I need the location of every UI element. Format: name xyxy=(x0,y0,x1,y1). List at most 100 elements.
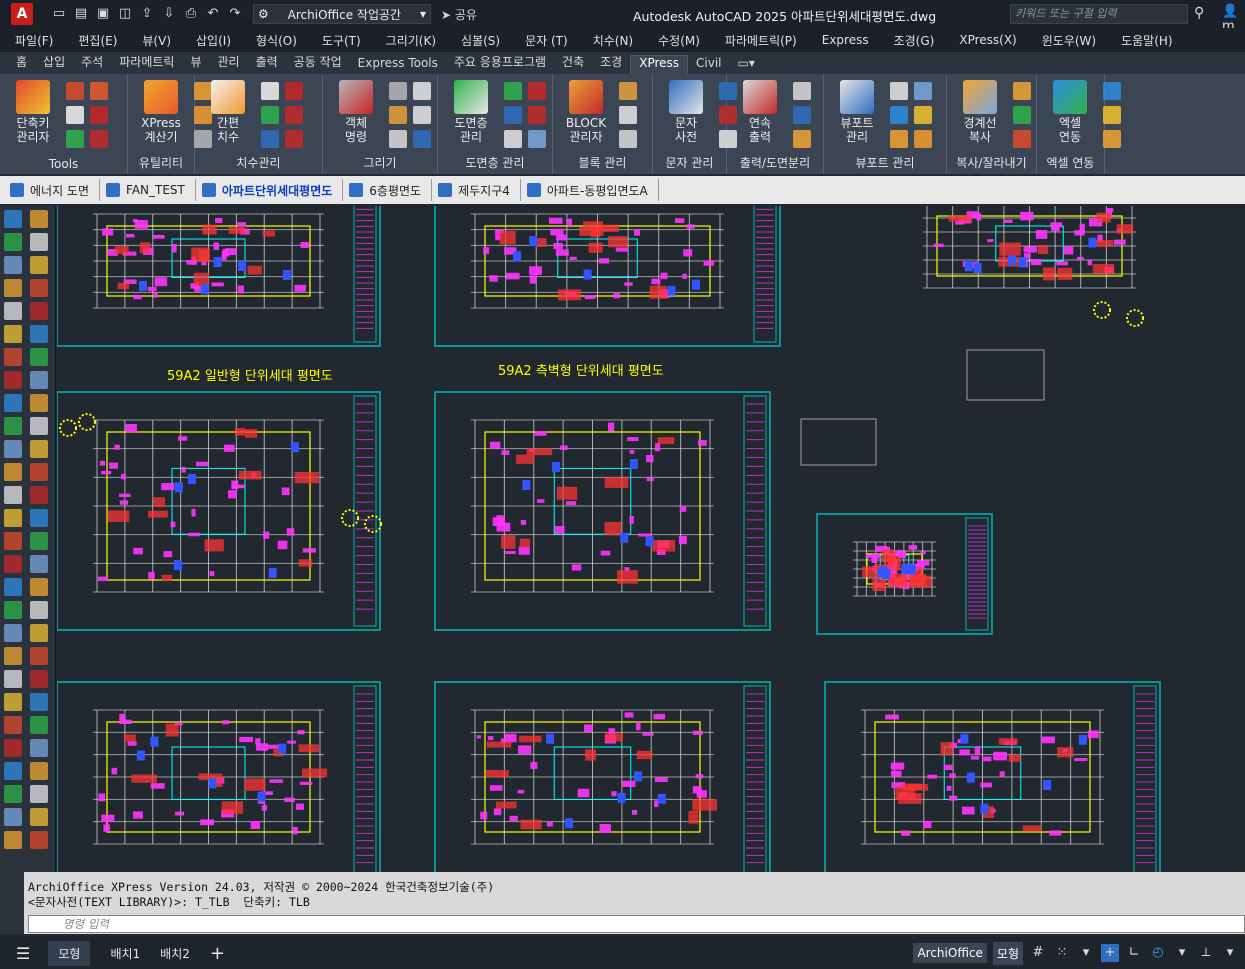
toolbar-tool-icon[interactable] xyxy=(30,463,48,481)
toolbar-tool-icon[interactable] xyxy=(4,601,22,619)
toolbar-tool-icon[interactable] xyxy=(4,463,22,481)
import-icon[interactable]: ⇩ xyxy=(161,6,177,22)
toolbar-tool-icon[interactable] xyxy=(4,256,22,274)
document-tab[interactable]: 제두지구4 xyxy=(432,179,521,201)
menu-item[interactable]: 윈도우(W) xyxy=(1042,32,1096,49)
ribbon-tab[interactable]: 파라메트릭 xyxy=(111,53,182,74)
menu-item[interactable]: 치수(N) xyxy=(593,32,633,49)
toolbar-tool-icon[interactable] xyxy=(4,210,22,228)
ribbon-small-tool-icon[interactable] xyxy=(285,130,303,148)
ribbon-small-tool-icon[interactable] xyxy=(90,106,108,124)
document-tab[interactable]: 아파트-동평입면도A xyxy=(521,179,659,201)
ribbon-small-tool-icon[interactable] xyxy=(90,82,108,100)
toolbar-tool-icon[interactable] xyxy=(30,371,48,389)
ribbon-small-tool-icon[interactable] xyxy=(528,82,546,100)
menu-item[interactable]: 문자 (T) xyxy=(525,32,568,49)
toolbar-tool-icon[interactable] xyxy=(30,785,48,803)
toolbar-tool-icon[interactable] xyxy=(4,762,22,780)
ribbon-tab[interactable]: 주석 xyxy=(73,53,111,74)
menu-item[interactable]: XPress(X) xyxy=(959,33,1016,47)
ribbon-small-tool-icon[interactable] xyxy=(890,130,908,148)
ribbon-small-tool-icon[interactable] xyxy=(890,82,908,100)
ribbon-tab[interactable]: 조경 xyxy=(592,53,630,74)
ribbon-small-tool-icon[interactable] xyxy=(261,106,279,124)
toolbar-tool-icon[interactable] xyxy=(4,624,22,642)
toolbar-tool-icon[interactable] xyxy=(4,808,22,826)
toolbar-tool-icon[interactable] xyxy=(30,486,48,504)
save-as-icon[interactable]: ◫ xyxy=(117,6,133,22)
ribbon-big-button[interactable]: 도면층 관리 xyxy=(444,80,498,144)
archioffice-status[interactable]: ArchiOffice xyxy=(913,943,987,963)
model-space-toggle[interactable]: 모형 xyxy=(992,941,1023,965)
ribbon-small-tool-icon[interactable] xyxy=(1103,130,1121,148)
save-icon[interactable]: ▣ xyxy=(95,6,111,22)
ribbon-panel-title[interactable]: Tools xyxy=(0,157,127,171)
hamburger-menu-icon[interactable]: ☰ xyxy=(16,944,30,963)
isodraft-icon[interactable]: ⟂ xyxy=(1197,944,1215,962)
ribbon-small-tool-icon[interactable] xyxy=(890,106,908,124)
toolbar-tool-icon[interactable] xyxy=(30,670,48,688)
ribbon-panel-title[interactable]: 그리기 xyxy=(323,154,437,171)
ribbon-panel-title[interactable]: 도면층 관리 xyxy=(438,154,552,171)
toolbar-tool-icon[interactable] xyxy=(30,831,48,849)
toolbar-tool-icon[interactable] xyxy=(4,440,22,458)
layout-tab-2[interactable]: 배치2 xyxy=(160,945,190,962)
ribbon-small-tool-icon[interactable] xyxy=(389,130,407,148)
menu-item[interactable]: 형식(O) xyxy=(256,32,297,49)
ribbon-panel-title[interactable]: 치수관리 xyxy=(195,154,322,171)
toolbar-tool-icon[interactable] xyxy=(30,578,48,596)
toolbar-tool-icon[interactable] xyxy=(30,279,48,297)
ribbon-big-button[interactable]: 뷰포트 관리 xyxy=(830,80,884,144)
share-button[interactable]: ➤ 공유 xyxy=(441,6,477,23)
polar-tracking-icon[interactable]: ◴ xyxy=(1149,944,1167,962)
ribbon-panel-title[interactable]: 뷰포트 관리 xyxy=(824,154,946,171)
ribbon-small-tool-icon[interactable] xyxy=(619,130,637,148)
menu-item[interactable]: 심볼(S) xyxy=(461,32,500,49)
new-file-icon[interactable]: ▭ xyxy=(51,6,67,22)
toolbar-tool-icon[interactable] xyxy=(30,509,48,527)
ribbon-small-tool-icon[interactable] xyxy=(914,82,932,100)
ribbon-big-button[interactable]: 객체 명령 xyxy=(329,80,383,144)
open-folder-icon[interactable]: ▤ xyxy=(73,6,89,22)
ribbon-panel-title[interactable]: 문자 관리 xyxy=(653,154,726,171)
command-line-handle[interactable] xyxy=(0,872,24,934)
toolbar-tool-icon[interactable] xyxy=(4,647,22,665)
ribbon-tab[interactable]: Civil xyxy=(688,56,729,74)
toolbar-tool-icon[interactable] xyxy=(4,233,22,251)
ribbon-minimize-icon[interactable]: ▭▾ xyxy=(730,56,763,74)
ribbon-small-tool-icon[interactable] xyxy=(793,106,811,124)
toolbar-tool-icon[interactable] xyxy=(4,279,22,297)
ribbon-panel-title[interactable]: 유틸리티 xyxy=(128,154,194,171)
ribbon-big-button[interactable]: 연속 출력 xyxy=(733,80,787,144)
ribbon-small-tool-icon[interactable] xyxy=(504,106,522,124)
print-icon[interactable]: ⎙ xyxy=(183,6,199,22)
ribbon-small-tool-icon[interactable] xyxy=(285,82,303,100)
ribbon-big-button[interactable]: 간편 치수 xyxy=(201,80,255,144)
ribbon-small-tool-icon[interactable] xyxy=(389,106,407,124)
ribbon-small-tool-icon[interactable] xyxy=(413,106,431,124)
toolbar-tool-icon[interactable] xyxy=(4,394,22,412)
ortho-icon[interactable]: ∟ xyxy=(1125,944,1143,962)
ribbon-small-tool-icon[interactable] xyxy=(66,82,84,100)
ribbon-small-tool-icon[interactable] xyxy=(504,82,522,100)
ribbon-small-tool-icon[interactable] xyxy=(914,106,932,124)
workspace-select[interactable]: ⚙ ArchiOffice 작업공간 ▾ xyxy=(253,4,431,24)
grid-icon[interactable]: # xyxy=(1029,944,1047,962)
toolbar-tool-icon[interactable] xyxy=(30,325,48,343)
ribbon-tab[interactable]: 관리 xyxy=(209,53,247,74)
menu-item[interactable]: 도구(T) xyxy=(322,32,361,49)
ribbon-panel-title[interactable]: 블록 관리 xyxy=(553,154,652,171)
drawing-canvas[interactable]: 59A2 일반형 단위세대 평면도 59A2 측벽형 단위세대 평면도 xyxy=(57,206,1245,872)
toolbar-tool-icon[interactable] xyxy=(30,532,48,550)
layout-tab-1[interactable]: 배치1 xyxy=(110,945,140,962)
ribbon-small-tool-icon[interactable] xyxy=(528,106,546,124)
toolbar-tool-icon[interactable] xyxy=(4,693,22,711)
toolbar-tool-icon[interactable] xyxy=(4,486,22,504)
ribbon-small-tool-icon[interactable] xyxy=(1103,106,1121,124)
toolbar-tool-icon[interactable] xyxy=(30,302,48,320)
toolbar-tool-icon[interactable] xyxy=(30,417,48,435)
ribbon-small-tool-icon[interactable] xyxy=(285,106,303,124)
ribbon-big-button[interactable]: 단축키 관리자 xyxy=(6,80,60,144)
infer-constraints-icon[interactable]: + xyxy=(1101,944,1119,962)
ribbon-small-tool-icon[interactable] xyxy=(914,130,932,148)
